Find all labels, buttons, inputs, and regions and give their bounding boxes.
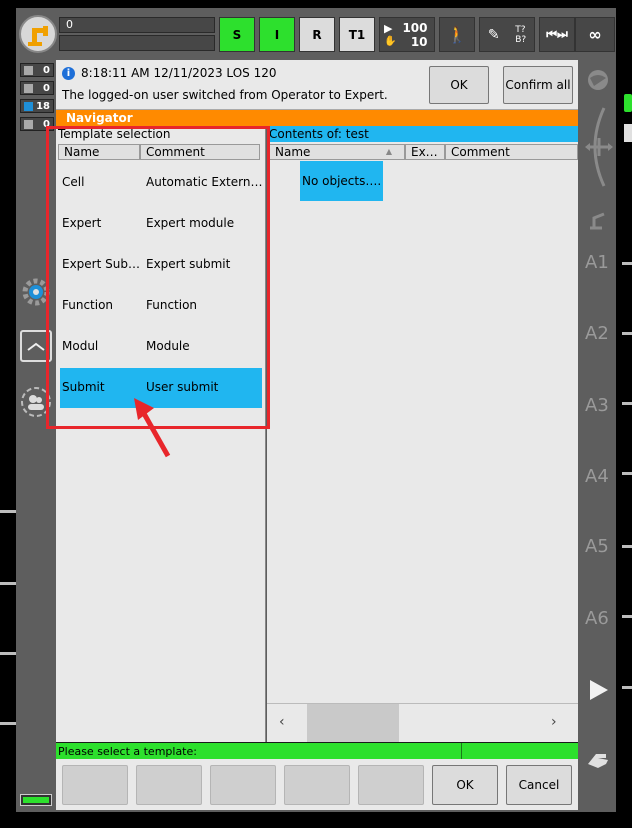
status-text: Please select a template: [58, 745, 197, 758]
counter-value: 18 [36, 100, 50, 112]
tool-base-button[interactable]: ✎ T? B? [479, 17, 535, 52]
jog-override-value: 10 [410, 34, 428, 49]
hand-icon: ✋ [384, 36, 397, 47]
softkey-1 [62, 765, 128, 805]
counter-value: 0 [43, 82, 50, 94]
globe-button[interactable] [586, 68, 610, 92]
error-icon [24, 65, 33, 75]
side-green-indicator [624, 94, 632, 112]
operating-mode-button[interactable]: T1 [339, 17, 375, 52]
tool-label: T? [515, 24, 526, 35]
edge-tick [622, 332, 632, 335]
no-objects-item[interactable]: No objects…. [300, 161, 383, 201]
sort-arrow-icon: ▲ [385, 147, 392, 156]
softkey-5 [358, 765, 424, 805]
base-label: B? [515, 34, 527, 45]
axis-a2-label[interactable]: A2 [585, 323, 609, 344]
dialog-icon [24, 119, 33, 129]
status-line: Please select a template: [56, 742, 578, 760]
axis-a5-label[interactable]: A5 [585, 536, 609, 557]
axis-a3-label[interactable]: A3 [585, 395, 609, 416]
message-text: The logged-on user switched from Operato… [62, 88, 388, 102]
space-mouse-button[interactable] [582, 104, 614, 190]
softkey-2 [136, 765, 202, 805]
submit-interpreter-button[interactable]: S [219, 17, 255, 52]
edge-tick [622, 545, 632, 548]
status-divider [461, 743, 462, 760]
counter-value: 0 [43, 64, 50, 76]
info-icon: i [62, 66, 75, 80]
edge-tick [0, 582, 16, 585]
ok-button[interactable]: OK [432, 765, 498, 805]
incremental-jog-button[interactable]: ⏮⏭ [539, 17, 575, 52]
edge-tick [622, 615, 632, 618]
continuous-jog-button[interactable]: ∞ [575, 17, 615, 52]
robot-axis-icon [590, 212, 605, 230]
contents-pane: Contents of: test Name ▲ Ex… Comment No … [267, 126, 578, 742]
edge-tick [0, 510, 16, 513]
softkey-4 [284, 765, 350, 805]
robot-arm-icon [28, 26, 48, 46]
program-override-value: 100 [402, 20, 428, 35]
counter-error[interactable]: 0 [20, 63, 54, 77]
battery-indicator [20, 794, 52, 806]
edge-tick [622, 686, 632, 689]
annotation-highlight-box [46, 126, 270, 429]
annotation-arrow-icon [134, 398, 171, 458]
edge-tick [622, 472, 632, 475]
incremental-jog-icon: ⏮⏭ [546, 27, 568, 41]
info-icon [24, 101, 33, 111]
counter-info[interactable]: 18 [20, 99, 54, 113]
counter-warning[interactable]: 0 [20, 81, 54, 95]
play-icon [590, 680, 608, 700]
message-ok-button[interactable]: OK [429, 66, 489, 104]
tool-icon: ✎ [487, 26, 500, 43]
edge-tick [0, 652, 16, 655]
scroll-left-icon[interactable]: ‹ [279, 714, 285, 730]
cancel-button[interactable]: Cancel [506, 765, 572, 805]
softkey-3 [210, 765, 276, 805]
contents-col-ex[interactable]: Ex… [405, 144, 445, 160]
edge-tick [622, 402, 632, 405]
contents-col-comment[interactable]: Comment [445, 144, 578, 160]
warning-icon [24, 83, 33, 93]
edge-tick [0, 722, 16, 725]
scroll-thumb[interactable] [307, 704, 399, 742]
contents-col-name[interactable]: Name ▲ [269, 144, 405, 160]
status-indicator-bottom [59, 35, 215, 51]
message-header: 8:18:11 AM 12/11/2023 LOS 120 [81, 66, 277, 80]
drives-button[interactable]: I [259, 17, 295, 52]
contents-pane-title: Contents of: test [267, 126, 578, 142]
robot-coordinate-button[interactable] [586, 208, 610, 232]
message-bar: i 8:18:11 AM 12/11/2023 LOS 120 The logg… [56, 60, 578, 110]
side-white-indicator [624, 124, 632, 142]
walking-figure-icon: 🚶 [447, 25, 467, 44]
scroll-right-icon[interactable]: › [551, 714, 557, 730]
horizontal-scrollbar[interactable]: ‹ › [267, 703, 578, 742]
navigator-title: Navigator [56, 110, 578, 126]
start-button[interactable] [588, 678, 610, 702]
robot-main-menu-button[interactable] [19, 15, 57, 53]
globe-icon [588, 70, 608, 90]
axis-a1-label[interactable]: A1 [585, 252, 609, 273]
walk-mode-button[interactable]: 🚶 [439, 17, 475, 52]
robot-interpreter-button[interactable]: R [299, 17, 335, 52]
play-icon: ▶ [384, 22, 393, 35]
space-mouse-icon [585, 107, 613, 187]
battery-level [23, 797, 49, 803]
hand-icon [588, 754, 608, 768]
axis-a4-label[interactable]: A4 [585, 466, 609, 487]
contents-col-name-label: Name [275, 145, 311, 159]
confirm-all-button[interactable]: Confirm all [503, 66, 573, 104]
axis-a6-label[interactable]: A6 [585, 608, 609, 629]
backward-start-button[interactable] [584, 748, 612, 772]
status-indicator-top: 0 [59, 17, 215, 33]
edge-tick [622, 262, 632, 265]
override-button[interactable]: ▶ ✋ 100 10 [379, 17, 435, 52]
